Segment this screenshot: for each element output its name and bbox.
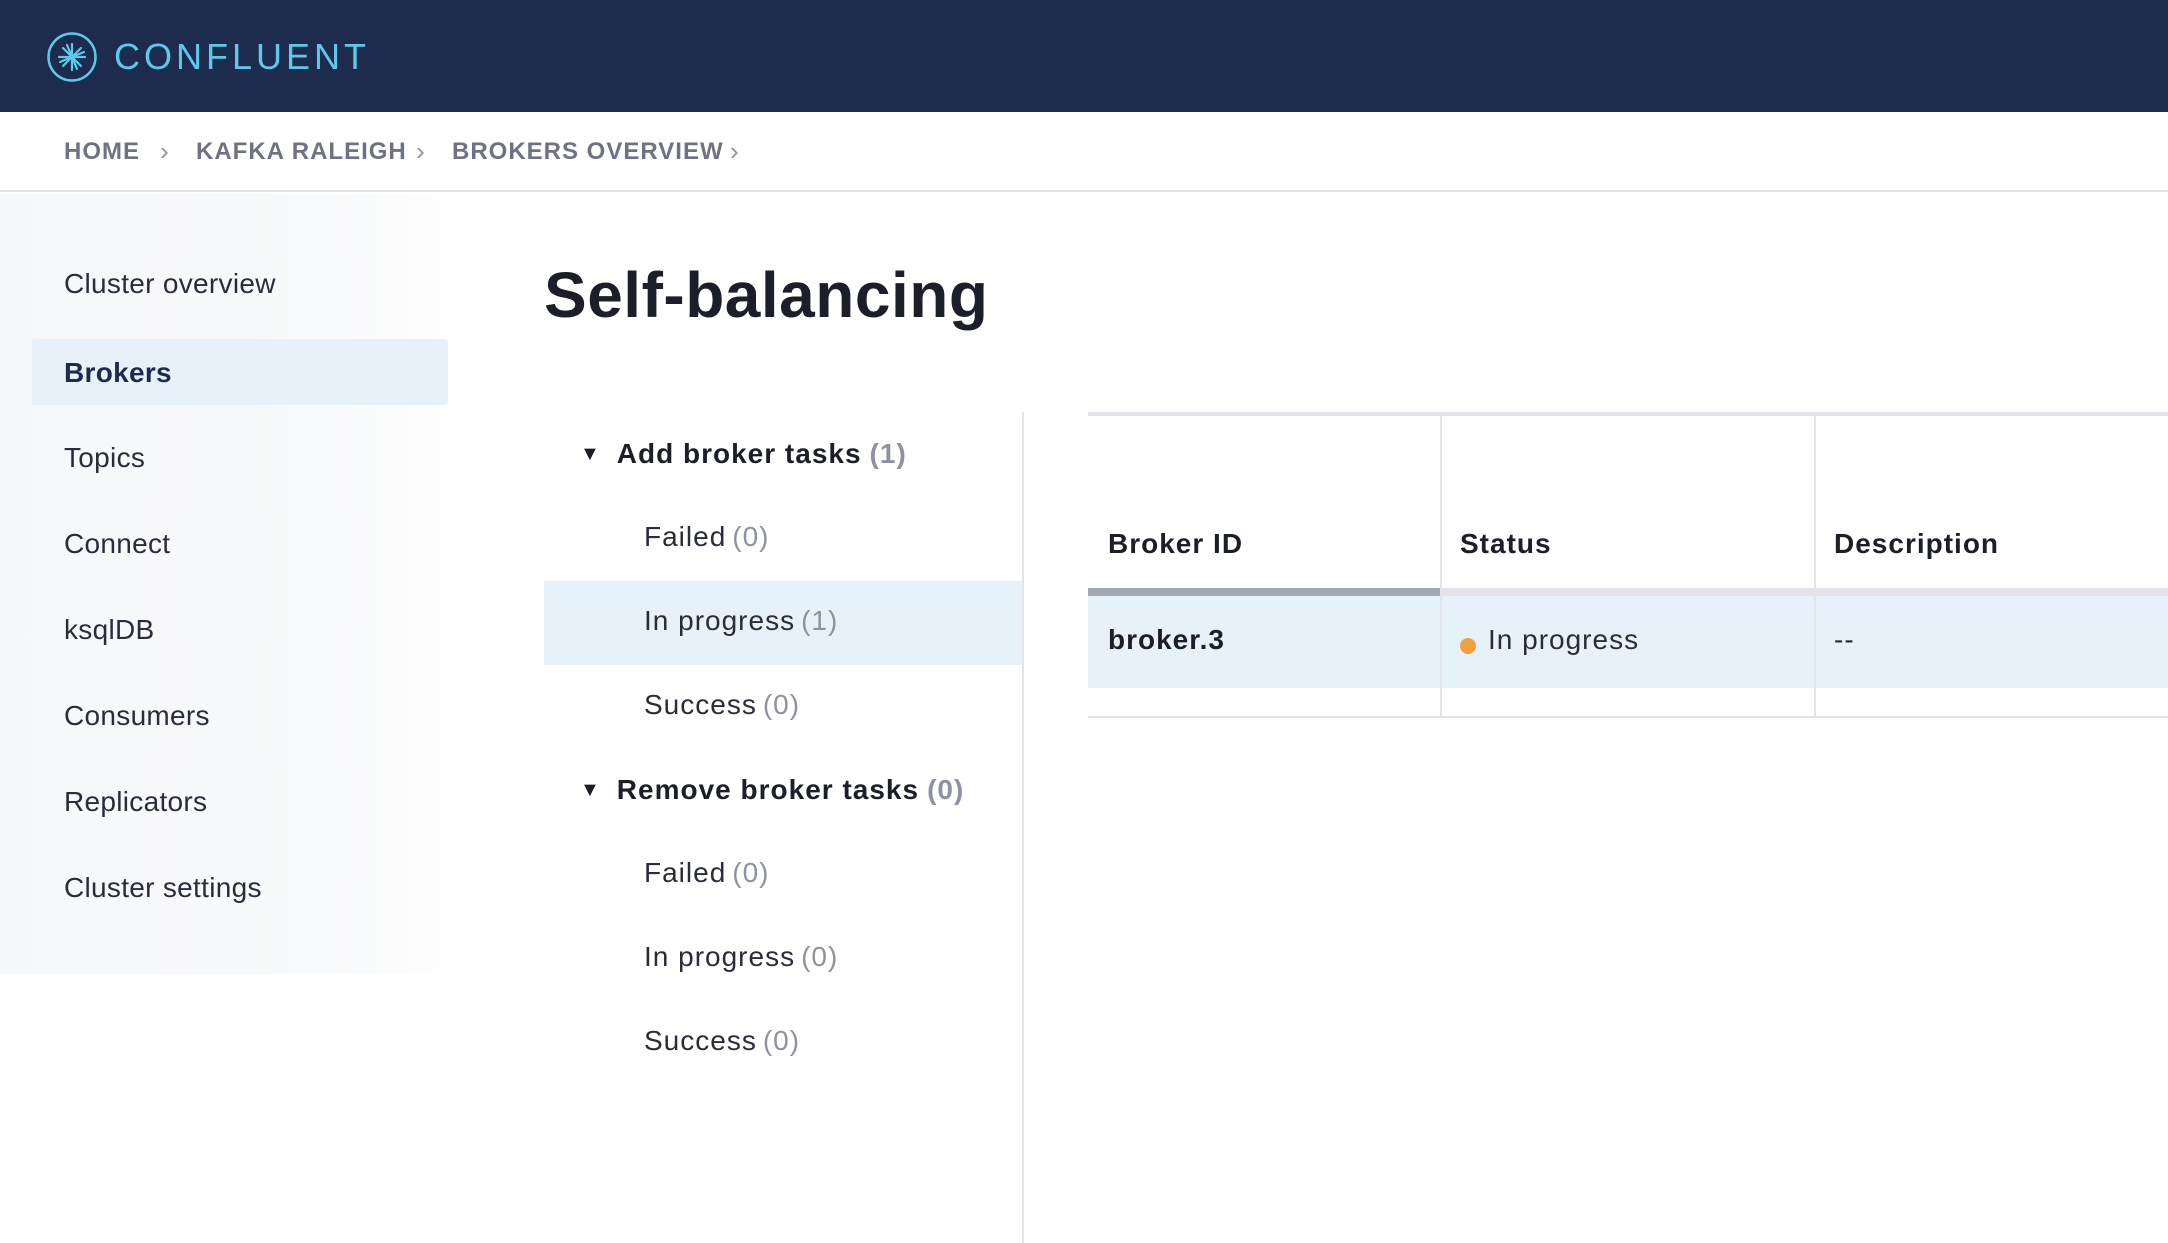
sidebar-item-consumers[interactable]: Consumers [32, 682, 448, 748]
breadcrumb-home[interactable]: HOME [64, 138, 140, 166]
chevron-right-icon: › [160, 136, 169, 166]
table-top-border [1088, 412, 2168, 416]
cell-status: In progress [1488, 624, 1640, 655]
breadcrumb-brokers-overview[interactable]: BROKERS OVERVIEW [452, 138, 724, 166]
column-divider [1814, 416, 1816, 716]
table-header-underline [1088, 588, 2168, 596]
table-bottom-border [1088, 716, 2168, 718]
status-dot-icon [1460, 638, 1476, 654]
task-filter-count: (1) [801, 605, 839, 636]
sidebar-item-label: Cluster overview [64, 268, 276, 299]
cell-description: -- [1834, 624, 1855, 655]
column-header-description[interactable]: Description [1834, 528, 1999, 560]
task-filter-add-in-progress[interactable]: In progress (1) [544, 581, 1022, 665]
task-filter-label: In progress [644, 605, 796, 636]
chevron-right-icon: › [416, 136, 425, 166]
panel-divider [1022, 412, 1024, 1243]
group-add-broker-tasks[interactable]: ▼ Add broker tasks (1) [580, 438, 907, 470]
sidebar-item-topics[interactable]: Topics [32, 424, 448, 490]
sidebar-item-label: Replicators [64, 786, 208, 817]
task-filter-remove-failed[interactable]: Failed (0) [544, 833, 1022, 917]
column-header-status[interactable]: Status [1460, 528, 1552, 560]
sidebar-item-label: Cluster settings [64, 872, 262, 903]
sidebar: Cluster overview Brokers Topics Connect … [0, 194, 480, 974]
sidebar-item-brokers[interactable]: Brokers [32, 339, 448, 405]
breadcrumb: HOME › KAFKA RALEIGH › BROKERS OVERVIEW … [0, 112, 2168, 192]
sidebar-item-label: Brokers [64, 357, 172, 388]
group-label: Remove broker tasks [616, 774, 920, 805]
sidebar-item-connect[interactable]: Connect [32, 510, 448, 576]
chevron-right-icon: › [730, 136, 739, 166]
sorted-column-indicator [1088, 588, 1440, 596]
sidebar-item-label: ksqlDB [64, 614, 155, 645]
task-filter-count: (0) [732, 857, 770, 888]
sidebar-item-cluster-settings[interactable]: Cluster settings [32, 854, 448, 920]
group-count: (0) [927, 774, 965, 805]
task-filter-label: Success [644, 689, 757, 720]
column-header-broker-id[interactable]: Broker ID [1108, 528, 1243, 560]
sidebar-item-label: Topics [64, 442, 146, 473]
confluent-logo-icon[interactable] [46, 31, 98, 83]
sidebar-item-replicators[interactable]: Replicators [32, 768, 448, 834]
task-filter-remove-in-progress[interactable]: In progress (0) [544, 917, 1022, 1001]
sidebar-item-cluster-overview[interactable]: Cluster overview [32, 250, 448, 316]
sidebar-item-label: Connect [64, 528, 171, 559]
task-filter-label: Failed [644, 521, 727, 552]
group-label: Add broker tasks [616, 438, 862, 469]
sidebar-item-label: Consumers [64, 700, 210, 731]
top-navigation-bar: CONFLUENT [0, 0, 2168, 112]
cell-broker-id: broker.3 [1108, 624, 1225, 655]
group-count: (1) [869, 438, 907, 469]
task-filter-label: Success [644, 1025, 757, 1056]
breadcrumb-cluster[interactable]: KAFKA RALEIGH [196, 138, 407, 166]
task-filter-add-success[interactable]: Success (0) [544, 665, 1022, 749]
caret-down-icon[interactable]: ▼ [580, 779, 601, 802]
task-filter-count: (0) [732, 521, 770, 552]
task-filter-label: Failed [644, 857, 727, 888]
group-remove-broker-tasks[interactable]: ▼ Remove broker tasks (0) [580, 774, 964, 806]
sidebar-item-ksqldb[interactable]: ksqlDB [32, 596, 448, 662]
column-divider [1440, 416, 1442, 716]
task-filter-add-failed[interactable]: Failed (0) [544, 497, 1022, 581]
task-filter-label: In progress [644, 941, 796, 972]
broker-tasks-table: Broker ID Status Description broker.3 In… [1088, 412, 2168, 718]
caret-down-icon[interactable]: ▼ [580, 443, 601, 466]
brand-name[interactable]: CONFLUENT [114, 36, 370, 78]
task-filter-remove-success[interactable]: Success (0) [544, 1001, 1022, 1085]
task-filter-count: (0) [762, 1025, 801, 1056]
page-title: Self-balancing [544, 259, 989, 331]
task-filter-count: (0) [801, 941, 839, 972]
task-filter-count: (0) [762, 689, 801, 720]
